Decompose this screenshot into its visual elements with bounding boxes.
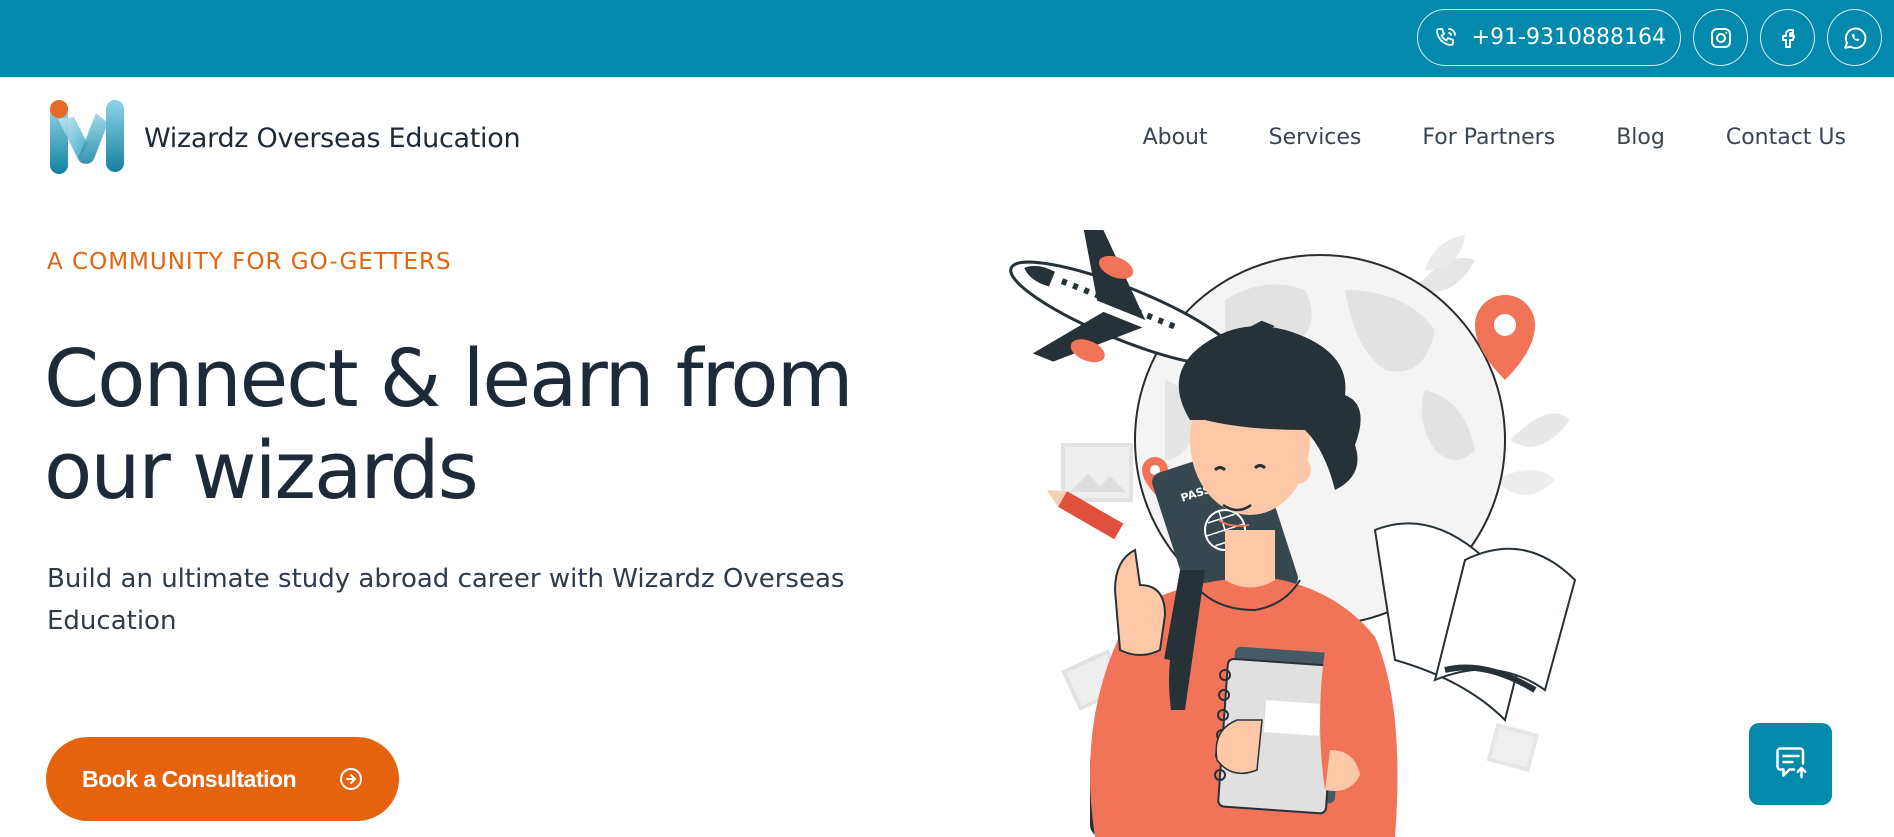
top-actions: +91-9310888164 xyxy=(1416,9,1882,66)
cta-label: Book a Consultation xyxy=(82,765,297,792)
chat-widget-button[interactable] xyxy=(1749,723,1832,805)
facebook-button[interactable] xyxy=(1760,9,1815,66)
arrow-circle-right-icon xyxy=(339,767,363,797)
primary-nav: About Services For Partners Blog Contact… xyxy=(1143,125,1846,150)
hero-title: Connect & learn from our wizards xyxy=(44,333,854,517)
phone-icon xyxy=(1434,26,1458,50)
top-contact-bar: +91-9310888164 xyxy=(0,0,1894,77)
nav-blog[interactable]: Blog xyxy=(1616,125,1665,150)
nav-contact-us[interactable]: Contact Us xyxy=(1726,125,1846,150)
brand-logo-link[interactable]: Wizardz Overseas Education xyxy=(48,99,521,178)
brand-name: Wizardz Overseas Education xyxy=(144,123,521,154)
wizardz-logo-icon xyxy=(48,99,128,178)
phone-number: +91-9310888164 xyxy=(1471,25,1666,50)
nav-for-partners[interactable]: For Partners xyxy=(1422,125,1555,150)
nav-about[interactable]: About xyxy=(1143,125,1208,150)
whatsapp-button[interactable] xyxy=(1827,9,1882,66)
student-travel-illustration: PASSPORT xyxy=(975,218,1625,837)
whatsapp-icon xyxy=(1842,25,1868,51)
hero-eyebrow: A COMMUNITY FOR GO-GETTERS xyxy=(47,249,452,275)
facebook-icon xyxy=(1776,26,1800,50)
chat-bubble-icon xyxy=(1773,744,1809,784)
nav-services[interactable]: Services xyxy=(1269,125,1362,150)
instagram-icon xyxy=(1709,26,1733,50)
instagram-button[interactable] xyxy=(1693,9,1748,66)
hero-subtitle: Build an ultimate study abroad career wi… xyxy=(47,564,845,636)
main-navbar: Wizardz Overseas Education About Service… xyxy=(0,77,1894,199)
book-consultation-button[interactable]: Book a Consultation xyxy=(46,737,399,821)
phone-button[interactable]: +91-9310888164 xyxy=(1416,9,1681,66)
